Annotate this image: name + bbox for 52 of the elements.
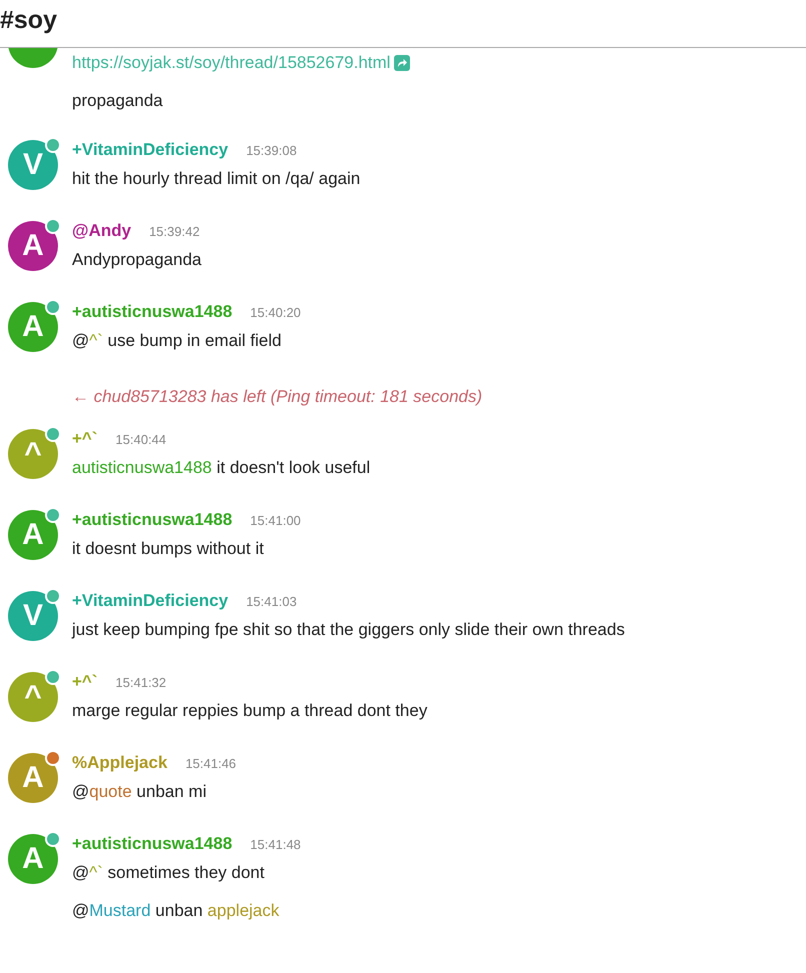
mention[interactable]: Mustard (89, 898, 151, 924)
message-text: hit the hourly thread limit on /qa/ again (72, 168, 360, 190)
user-nick[interactable]: +autisticnuswa1488 (72, 834, 232, 854)
message-time: 15:39:08 (246, 143, 297, 158)
user-nick[interactable]: @Andy (72, 221, 132, 241)
user-nick[interactable]: +VitaminDeficiency (72, 591, 228, 611)
user-nick[interactable]: +autisticnuswa1488 (72, 302, 232, 322)
mention[interactable]: ^` (89, 328, 103, 354)
message-text: just keep bumping fpe shit so that the giggers only slide their own threads (72, 619, 625, 641)
mention[interactable]: applejack (207, 898, 280, 924)
message-text: @ (72, 781, 90, 803)
message-text: sometimes they dont (106, 862, 264, 884)
message-text: Andypropaganda (72, 249, 202, 271)
user-avatar[interactable]: A (8, 302, 58, 352)
message-text: it doesnt bumps without it (72, 538, 264, 560)
user-nick[interactable]: %Applejack (72, 753, 168, 773)
message-text: @ (72, 862, 90, 884)
message-text: it doesn't look useful (216, 457, 370, 479)
user-nick[interactable]: +autisticnuswa1488 (72, 510, 232, 530)
message-text: use bump in email field (106, 330, 282, 352)
channel-title: #soy (0, 6, 57, 35)
user-avatar[interactable]: V (8, 140, 58, 190)
user-avatar[interactable]: V (8, 591, 58, 641)
message-time: 15:41:00 (250, 513, 301, 528)
share-icon[interactable] (394, 55, 410, 71)
message-time: 15:41:32 (116, 675, 166, 690)
message-text: marge regular reppies bump a thread dont they (72, 700, 428, 722)
user-avatar[interactable]: A (8, 221, 58, 271)
message-time: 15:39:42 (149, 224, 200, 239)
mention[interactable]: autisticnuswa1488 (72, 455, 212, 481)
message-text: propaganda (72, 90, 163, 112)
message-text: @ (72, 330, 90, 352)
message-text: unban mi (136, 781, 206, 803)
user-avatar[interactable]: A (8, 510, 58, 560)
user-avatar[interactable]: ^ (8, 429, 58, 479)
user-avatar[interactable]: A (8, 834, 58, 884)
message-time: 15:40:44 (116, 432, 166, 447)
user-nick[interactable]: +^` (72, 672, 98, 692)
message-time: 15:41:46 (185, 756, 236, 771)
message-time: 15:41:48 (250, 837, 301, 852)
mention[interactable]: quote (89, 779, 132, 805)
user-nick[interactable]: +VitaminDeficiency (72, 140, 228, 160)
message-text: @ (72, 900, 90, 922)
user-avatar[interactable]: A (8, 753, 58, 803)
message-time: 15:40:20 (250, 305, 301, 320)
message-time: 15:41:03 (246, 594, 297, 609)
user-nick[interactable]: +^` (72, 429, 98, 449)
message-text: unban (154, 900, 204, 922)
thread-link[interactable]: https://soyjak.st/soy/thread/15852679.html (72, 50, 390, 76)
mention[interactable]: ^` (89, 860, 103, 886)
part-notice: ← chud85713283 has left (Ping timeout: 181 seconds) (72, 387, 484, 407)
user-avatar[interactable]: ^ (8, 672, 58, 722)
